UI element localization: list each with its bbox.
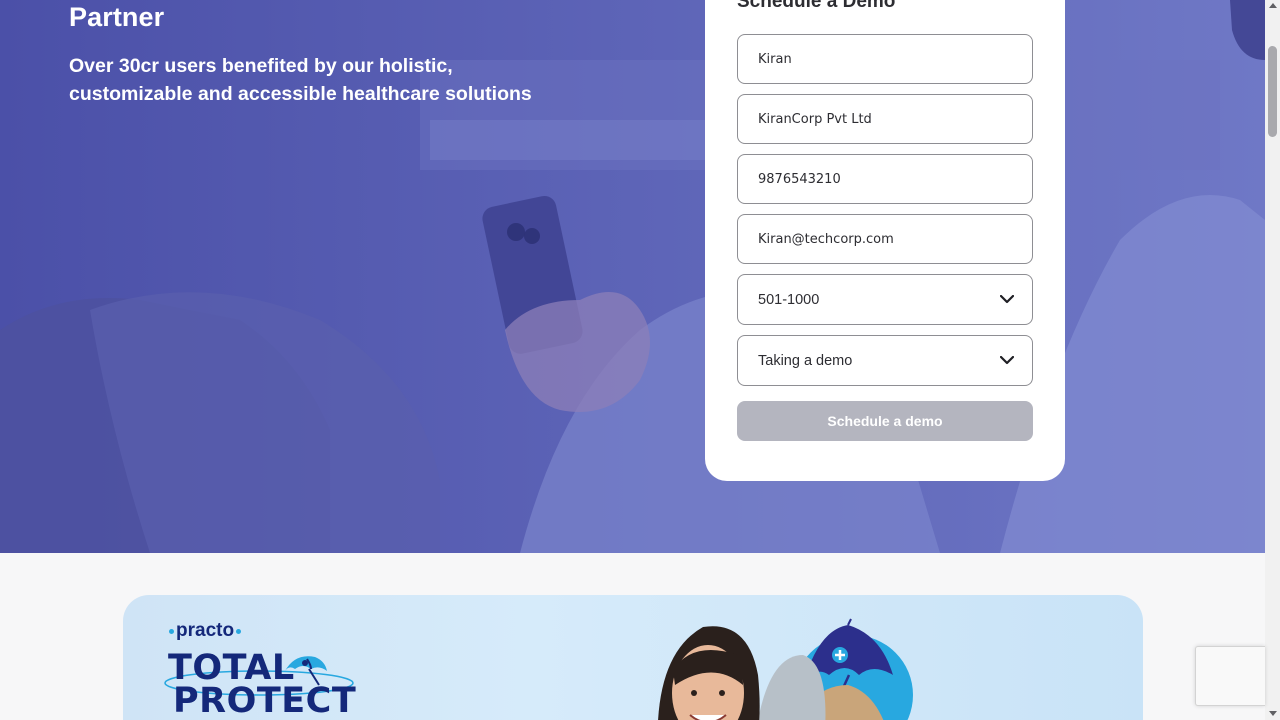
chevron-down-icon xyxy=(1000,295,1014,304)
banner-illustration xyxy=(658,618,913,720)
schedule-demo-button[interactable]: Schedule a demo xyxy=(737,401,1033,441)
scroll-down-arrow-icon[interactable] xyxy=(1268,711,1277,716)
email-field[interactable] xyxy=(737,214,1033,264)
interest-selected-value: Taking a demo xyxy=(758,352,853,369)
hero-title: Partner xyxy=(69,2,165,32)
employees-selected-value: 501-1000 xyxy=(758,291,820,308)
form-heading: Schedule a Demo xyxy=(737,0,896,12)
employees-select[interactable]: 501-1000 xyxy=(737,274,1033,325)
total-protect-banner[interactable]: practo TOTAL PROTECT xyxy=(123,595,1143,720)
practo-logo-text: practo xyxy=(176,620,235,641)
company-field[interactable] xyxy=(737,94,1033,144)
company-input[interactable] xyxy=(758,95,1032,143)
schedule-demo-form: Schedule a Demo 501-1000 Taking a demo S… xyxy=(705,0,1065,481)
scrollbar-thumb[interactable] xyxy=(1268,46,1277,137)
page-scrollbar[interactable] xyxy=(1265,0,1280,720)
recaptcha-badge[interactable] xyxy=(1195,646,1265,706)
chevron-down-icon xyxy=(1000,356,1014,365)
hero-section: Partner Over 30cr users benefited by our… xyxy=(0,0,1265,553)
phone-field[interactable] xyxy=(737,154,1033,204)
umbrella-icon xyxy=(285,656,327,686)
email-input[interactable] xyxy=(758,215,1032,263)
phone-input[interactable] xyxy=(758,155,1032,203)
logo-dot-left xyxy=(169,628,174,634)
name-input[interactable] xyxy=(758,35,1032,83)
scroll-up-arrow-icon[interactable] xyxy=(1268,3,1277,8)
practo-logo: practo xyxy=(169,620,242,642)
name-field[interactable] xyxy=(737,34,1033,84)
logo-dot-right xyxy=(236,628,242,634)
interest-select[interactable]: Taking a demo xyxy=(737,335,1033,386)
hero-subtitle: Over 30cr users benefited by our holisti… xyxy=(69,55,532,105)
